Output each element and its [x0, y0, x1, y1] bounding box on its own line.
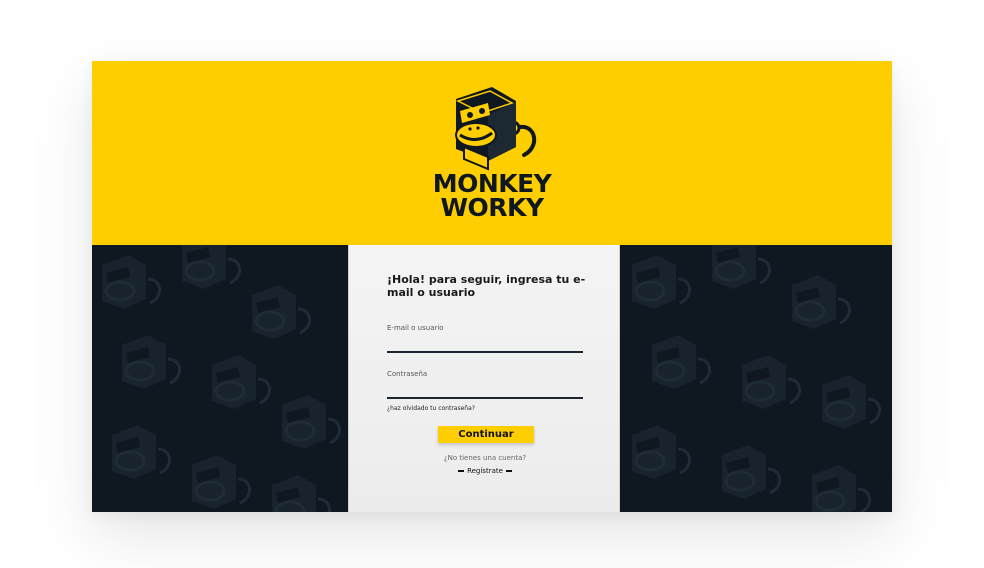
- brand-wordmark-line2: WORKY: [440, 193, 544, 222]
- brand-logo: MONKEY WORKY: [418, 85, 566, 245]
- register-label[interactable]: Regístrate: [467, 467, 503, 475]
- monkey-cube-icon: [455, 87, 536, 171]
- login-screen: MONKEY WORKY ¡Hola! para seguir, ingresa…: [92, 61, 892, 512]
- brand-header: MONKEY WORKY: [92, 61, 892, 245]
- email-field[interactable]: [387, 333, 583, 353]
- continue-button[interactable]: Continuar: [438, 426, 534, 443]
- email-label: E-mail o usuario: [387, 324, 444, 332]
- login-card: ¡Hola! para seguir, ingresa tu e-mail o …: [348, 245, 620, 512]
- dash-decoration: [506, 470, 513, 472]
- login-greeting: ¡Hola! para seguir, ingresa tu e-mail o …: [387, 273, 586, 299]
- no-account-text: ¿No tienes una cuenta?: [443, 454, 527, 462]
- password-label: Contraseña: [387, 370, 428, 378]
- dash-decoration: [457, 470, 464, 472]
- password-field[interactable]: [387, 379, 583, 399]
- register-link[interactable]: Regístrate: [349, 467, 621, 475]
- forgot-password-link[interactable]: ¿haz olvidado tu contraseña?: [387, 405, 475, 412]
